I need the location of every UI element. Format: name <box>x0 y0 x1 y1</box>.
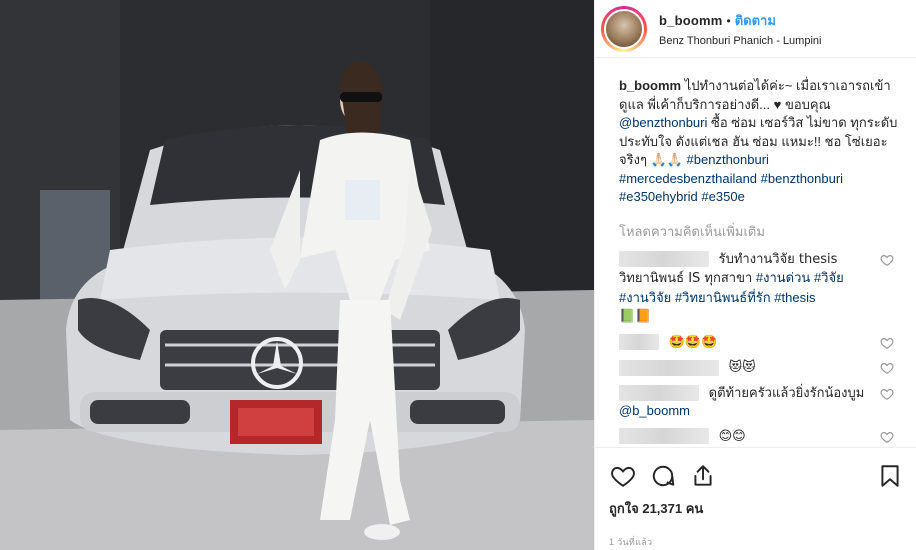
car-photo-illustration <box>0 0 594 550</box>
comment-item: 😊😊 <box>619 427 902 447</box>
comment-mention[interactable]: @b_boomm <box>619 403 690 418</box>
comment-icon[interactable] <box>649 462 677 490</box>
post-sidebar: b_boomm • ติดตาม Benz Thonburi Phanich -… <box>594 0 916 550</box>
caption-tag[interactable]: #benzthonburi <box>687 152 769 167</box>
comment-like-icon[interactable] <box>880 387 894 401</box>
header-name-row: b_boomm • ติดตาม <box>659 10 821 31</box>
likes-unit: คน <box>685 501 704 516</box>
comment-text: ดูตีท้ายครัวแล้วยิ่งรักน้องบูม <box>708 384 865 400</box>
caption-tag[interactable]: #e350e <box>701 189 744 204</box>
comment-tag[interactable]: #วิทยานิพนธ์ที่รัก <box>675 290 771 305</box>
caption-tag[interactable]: #benzthonburi <box>761 171 843 186</box>
comments-section[interactable]: b_boomm ไปทำงานต่อได้ค่ะ~ เมื่อเราเอารถเ… <box>595 59 916 446</box>
header-username[interactable]: b_boomm <box>659 13 723 28</box>
likes-count: 21,371 <box>642 501 683 516</box>
comment-emoji: 📗📙 <box>619 309 652 324</box>
comment-text: 🤩🤩🤩 <box>668 334 718 350</box>
heart-icon[interactable] <box>609 462 637 490</box>
header-separator: • <box>726 13 731 28</box>
comment-tag[interactable]: #วิจัย <box>814 270 844 285</box>
header-text: b_boomm • ติดตาม Benz Thonburi Phanich -… <box>659 10 821 47</box>
comment-item: รับทำงานวิจัย thesis วิทยานิพนธ์ IS ทุกส… <box>619 250 902 327</box>
blurred-username[interactable] <box>619 385 699 402</box>
caption-tag[interactable]: #mercedesbenzthailand <box>619 171 757 186</box>
comment-like-icon[interactable] <box>880 253 894 267</box>
post-photo[interactable] <box>0 0 594 550</box>
comment-like-icon[interactable] <box>880 361 894 375</box>
avatar-image <box>604 8 644 49</box>
likes-label: ถูกใจ <box>609 501 639 516</box>
comment-item: ดูตีท้ายครัวแล้วยิ่งรักน้องบูม @b_boomm <box>619 384 902 421</box>
caption: b_boomm ไปทำงานต่อได้ค่ะ~ เมื่อเราเอารถเ… <box>619 77 902 207</box>
blurred-username[interactable] <box>619 334 659 351</box>
location-link[interactable]: Benz Thonburi Phanich - Lumpini <box>659 35 821 47</box>
instagram-post: b_boomm • ติดตาม Benz Thonburi Phanich -… <box>0 0 916 550</box>
comment-tag[interactable]: #thesis <box>774 290 815 305</box>
bookmark-icon[interactable] <box>876 462 904 490</box>
blurred-username[interactable] <box>619 428 709 445</box>
action-icons <box>609 456 904 496</box>
caption-mention[interactable]: @benzthonburi <box>619 115 707 130</box>
share-icon[interactable] <box>689 462 717 490</box>
comment-item: 🤩🤩🤩 <box>619 333 902 353</box>
comment-tag[interactable]: #งานวิจัย <box>619 290 671 305</box>
caption-tag[interactable]: #e350ehybrid <box>619 189 698 204</box>
post-actions: ถูกใจ 21,371 คน 1 วันที่แล้ว <box>595 447 916 549</box>
comment-like-icon[interactable] <box>880 430 894 444</box>
follow-button[interactable]: ติดตาม <box>735 10 776 31</box>
load-more-comments[interactable]: โหลดความคิดเห็นเพิ่มเติม <box>619 221 902 242</box>
post-header: b_boomm • ติดตาม Benz Thonburi Phanich -… <box>595 0 916 58</box>
post-timestamp: 1 วันที่แล้ว <box>609 537 653 547</box>
blurred-username[interactable] <box>619 251 709 268</box>
comment-text: 😻😻 <box>728 360 756 375</box>
caption-username[interactable]: b_boomm <box>619 78 681 93</box>
comment-text: 😊😊 <box>718 428 746 444</box>
avatar[interactable] <box>601 5 647 52</box>
blurred-username[interactable] <box>619 359 719 376</box>
comment-item: 😻😻 <box>619 358 902 378</box>
comment-like-icon[interactable] <box>880 336 894 350</box>
comment-tag[interactable]: #งานด่วน <box>756 270 810 285</box>
like-count[interactable]: ถูกใจ 21,371 คน <box>609 498 904 519</box>
